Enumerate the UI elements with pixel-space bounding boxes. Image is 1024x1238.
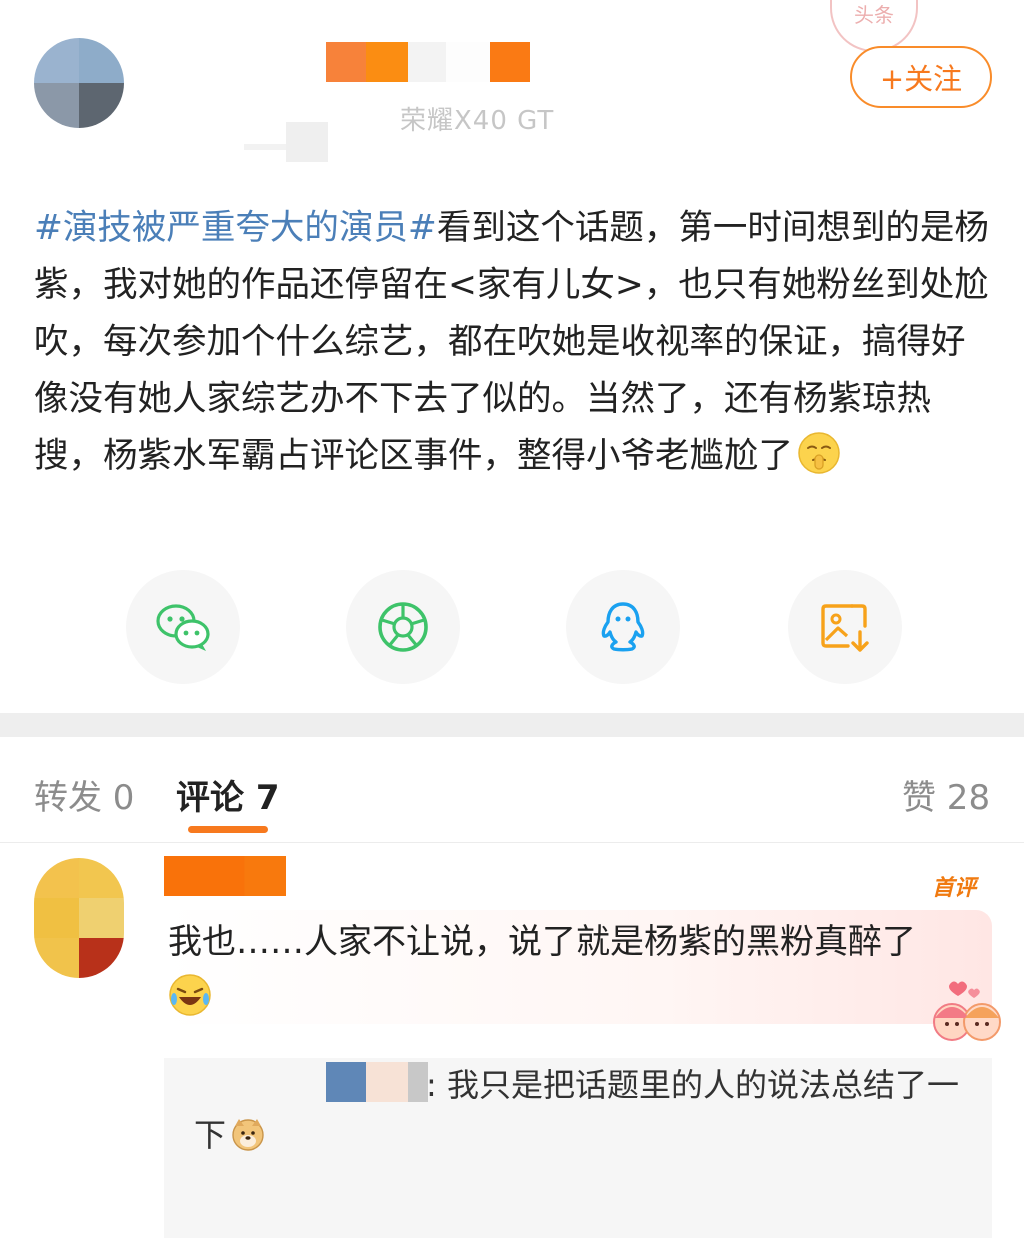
post-text: 看到这个话题，第一时间想到的是杨紫，我对她的作品还停留在<家有儿女>，也只有她粉… <box>34 208 989 476</box>
wechat-icon <box>156 604 210 651</box>
reply-text-block: : 我只是把话题里的人的说法总结了一下 <box>194 1060 974 1160</box>
avatar-pixel <box>34 938 79 978</box>
tab-repost[interactable]: 转发 0 <box>34 770 134 819</box>
active-tab-indicator <box>188 826 268 833</box>
post-time-redacted <box>286 122 328 162</box>
avatar-pixel <box>34 898 79 938</box>
redaction-block <box>408 42 446 82</box>
hashtag-link[interactable]: #演技被严重夸大的演员# <box>34 208 437 248</box>
avatar-pixel <box>34 83 124 128</box>
avatar-pixel <box>34 38 124 83</box>
redaction-block <box>490 42 530 82</box>
avatar-pixel <box>79 858 124 898</box>
save-image-button[interactable] <box>788 570 902 684</box>
laughing-crying-emoji <box>169 974 211 1016</box>
shush-face-emoji <box>798 432 840 474</box>
commenter-name-redacted[interactable] <box>164 856 286 896</box>
watermark-stamp: 头条 <box>830 0 918 52</box>
section-separator <box>0 713 1024 737</box>
save-image-icon <box>821 604 869 652</box>
moments-icon <box>378 602 428 652</box>
avatar-pixel <box>34 858 79 898</box>
redaction-block <box>366 42 408 82</box>
post-device-label: 荣耀X40 GT <box>400 106 555 136</box>
tab-likes[interactable]: 赞 28 <box>902 770 990 819</box>
share-wechat-button[interactable] <box>126 570 240 684</box>
share-qq-button[interactable] <box>566 570 680 684</box>
avatar-pixel <box>79 898 124 938</box>
comment-text-block[interactable]: 我也……人家不让说，说了就是杨紫的黑粉真醉了 <box>168 914 968 1026</box>
reply-text: : 我只是把话题里的人的说法总结了一下 <box>194 1066 959 1154</box>
author-avatar[interactable] <box>34 38 124 128</box>
follow-button[interactable]: +关注 <box>850 46 992 108</box>
first-comment-badge: 首评 <box>932 876 977 901</box>
share-moments-button[interactable] <box>346 570 460 684</box>
qq-icon <box>601 602 645 652</box>
commenter-avatar[interactable] <box>34 858 124 978</box>
redaction-block <box>446 42 490 82</box>
post-content: #演技被严重夸大的演员#看到这个话题，第一时间想到的是杨紫，我对她的作品还停留在… <box>34 200 994 485</box>
author-name-redacted[interactable] <box>326 42 530 82</box>
tab-comments[interactable]: 评论 7 <box>176 770 280 819</box>
divider <box>0 842 1024 843</box>
doge-emoji <box>232 1119 264 1151</box>
comment-text: 我也……人家不让说，说了就是杨紫的黑粉真醉了 <box>168 922 916 962</box>
couple-sticker-icon <box>933 981 1001 1041</box>
post-time-redacted <box>244 144 286 150</box>
redaction-block <box>326 42 366 82</box>
avatar-pixel <box>79 938 124 978</box>
